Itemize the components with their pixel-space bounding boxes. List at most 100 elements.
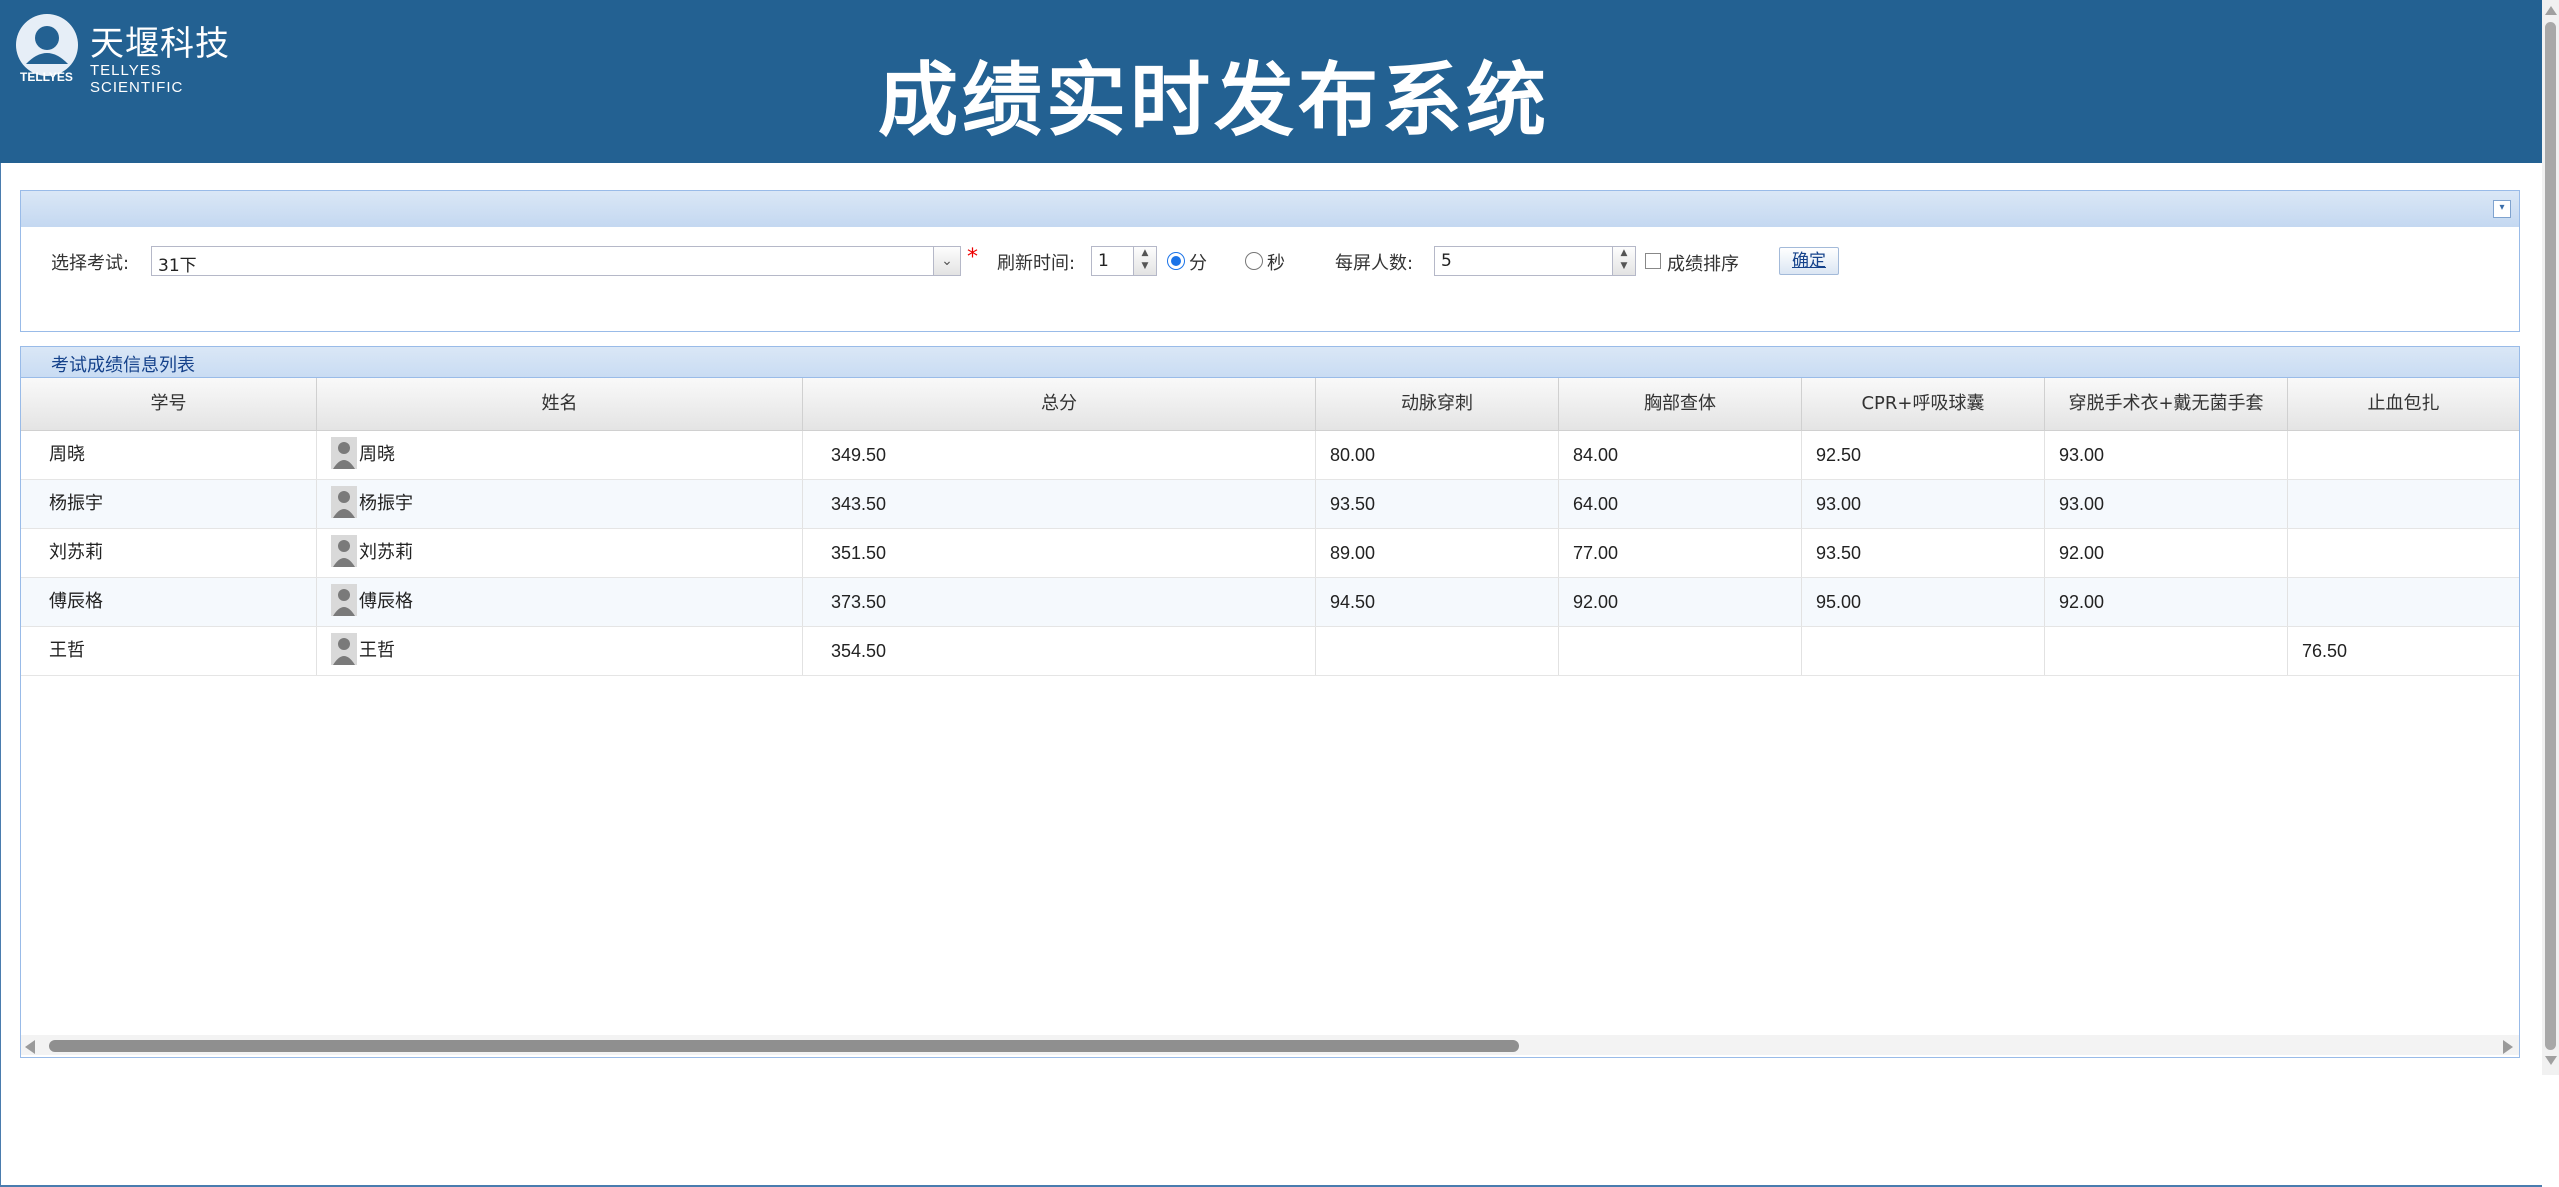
cell-cpr: 93.00 [1802, 480, 2045, 528]
scroll-right-icon[interactable] [2503, 1040, 2513, 1054]
table-row[interactable]: 王哲 王哲 354.50 76.50 [21, 627, 2519, 676]
page-title: 成绩实时发布系统 [878, 54, 1550, 147]
grid-title-bar: 考试成绩信息列表 [21, 347, 2519, 378]
refresh-time-stepper[interactable]: 1 ▲ ▼ [1091, 246, 1157, 276]
column-header-bandage[interactable]: 止血包扎 [2288, 378, 2519, 430]
table-row[interactable]: 傅辰格 傅辰格 373.50 94.50 92.00 95.00 92.00 [21, 578, 2519, 627]
cell-name-text: 周晓 [359, 444, 395, 465]
cell-gowning: 92.00 [2045, 578, 2288, 626]
cell-name-text: 王哲 [359, 640, 395, 661]
score-grid: 考试成绩信息列表 学号 姓名 总分 动脉穿刺 胸部查体 CPR+呼吸球囊 穿脱手… [20, 346, 2520, 1058]
cell-arterial-puncture: 94.50 [1316, 578, 1559, 626]
table-row[interactable]: 刘苏莉 刘苏莉 351.50 89.00 77.00 93.50 92.00 [21, 529, 2519, 578]
user-avatar-icon [331, 584, 357, 616]
refresh-time-label: 刷新时间: [997, 253, 1076, 274]
filter-form: 选择考试: 31下 ⌄ * 刷新时间: 1 ▲ ▼ 分 秒 每屏人数: 5 ▲ ▼ … [21, 227, 2519, 331]
scroll-down-icon[interactable] [2545, 1056, 2557, 1065]
cell-chest-exam: 64.00 [1559, 480, 1802, 528]
cell-total: 343.50 [803, 480, 1316, 528]
unit-minute-radio[interactable] [1167, 252, 1185, 270]
per-screen-stepper[interactable]: 5 ▲ ▼ [1434, 246, 1636, 276]
cell-total: 354.50 [803, 627, 1316, 675]
page-border-left [0, 163, 1, 1187]
sort-checkbox[interactable] [1645, 253, 1661, 269]
confirm-button[interactable]: 确定 [1779, 247, 1839, 275]
sort-label: 成绩排序 [1667, 254, 1739, 275]
unit-minute-label: 分 [1189, 253, 1207, 274]
cell-chest-exam [1559, 627, 1802, 675]
cell-name: 傅辰格 [317, 578, 803, 626]
cell-bandage: 76.50 [2302, 641, 2348, 661]
cell-id: 傅辰格 [21, 578, 317, 626]
vertical-scrollbar[interactable] [2542, 0, 2559, 1075]
cell-name: 周晓 [317, 431, 803, 479]
cell-name: 刘苏莉 [317, 529, 803, 577]
cell-arterial-puncture: 89.00 [1316, 529, 1559, 577]
column-header-chest-exam[interactable]: 胸部查体 [1559, 378, 1802, 430]
cell-id: 杨振宇 [21, 480, 317, 528]
cell-arterial-puncture [1316, 627, 1559, 675]
per-screen-label: 每屏人数: [1335, 253, 1414, 274]
user-avatar-icon [331, 437, 357, 469]
cell-name-text: 杨振宇 [359, 493, 413, 514]
cell-bandage [2288, 480, 2519, 528]
cell-cpr [1802, 627, 2045, 675]
cell-gowning: 93.00 [2045, 431, 2288, 479]
per-screen-value: 5 [1441, 251, 1452, 271]
cell-gowning: 93.00 [2045, 480, 2288, 528]
cell-cpr: 93.50 [1802, 529, 2045, 577]
user-avatar-icon [331, 633, 357, 665]
exam-label: 选择考试: [51, 253, 130, 274]
table-row[interactable]: 杨振宇 杨振宇 343.50 93.50 64.00 93.00 93.00 [21, 480, 2519, 529]
cell-arterial-puncture: 80.00 [1316, 431, 1559, 479]
cell-chest-exam: 77.00 [1559, 529, 1802, 577]
cell-gowning: 92.00 [2045, 529, 2288, 577]
user-avatar-icon [331, 535, 357, 567]
cell-id: 王哲 [21, 627, 317, 675]
scrollbar-thumb[interactable] [2545, 22, 2556, 1050]
scroll-up-icon[interactable] [2545, 6, 2557, 15]
scrollbar-thumb[interactable] [49, 1040, 1519, 1052]
cell-id: 刘苏莉 [21, 529, 317, 577]
cell-bandage [2288, 578, 2519, 626]
filter-panel: ▾ 选择考试: 31下 ⌄ * 刷新时间: 1 ▲ ▼ 分 秒 每屏人数: 5 ▲… [20, 190, 2520, 332]
collapse-icon[interactable]: ▾ [2493, 200, 2511, 218]
exam-select-value: 31下 [158, 256, 197, 276]
cell-chest-exam: 84.00 [1559, 431, 1802, 479]
cell-cpr: 92.50 [1802, 431, 2045, 479]
stepper-arrows-icon[interactable]: ▲ ▼ [1133, 247, 1156, 275]
required-mark: * [967, 245, 978, 270]
cell-id: 周晓 [21, 431, 317, 479]
column-header-gowning[interactable]: 穿脱手术衣+戴无菌手套 [2045, 378, 2288, 430]
table-row[interactable]: 周晓 周晓 349.50 80.00 84.00 92.50 93.00 [21, 431, 2519, 480]
grid-header: 学号 姓名 总分 动脉穿刺 胸部查体 CPR+呼吸球囊 穿脱手术衣+戴无菌手套 … [21, 378, 2519, 431]
user-avatar-icon [331, 486, 357, 518]
stepper-arrows-icon[interactable]: ▲ ▼ [1612, 247, 1635, 275]
column-header-id[interactable]: 学号 [21, 378, 317, 430]
filter-panel-header: ▾ [21, 191, 2519, 228]
column-header-cpr[interactable]: CPR+呼吸球囊 [1802, 378, 2045, 430]
cell-total: 349.50 [803, 431, 1316, 479]
scroll-left-icon[interactable] [25, 1040, 35, 1054]
column-header-name[interactable]: 姓名 [317, 378, 803, 430]
unit-second-label: 秒 [1267, 253, 1285, 274]
column-header-arterial-puncture[interactable]: 动脉穿刺 [1316, 378, 1559, 430]
cell-name: 王哲 [317, 627, 803, 675]
cell-name-text: 刘苏莉 [359, 542, 413, 563]
chevron-down-icon[interactable]: ⌄ [933, 247, 960, 275]
cell-arterial-puncture: 93.50 [1316, 480, 1559, 528]
unit-second-radio[interactable] [1245, 252, 1263, 270]
grid-title: 考试成绩信息列表 [51, 355, 195, 376]
cell-name: 杨振宇 [317, 480, 803, 528]
column-header-total[interactable]: 总分 [803, 378, 1316, 430]
cell-gowning [2045, 627, 2288, 675]
cell-total: 373.50 [803, 578, 1316, 626]
exam-select[interactable]: 31下 ⌄ [151, 246, 961, 276]
horizontal-scrollbar[interactable] [21, 1035, 2519, 1055]
app-header: TELLYES 天堰科技 TELLYES SCIENTIFIC 成绩实时发布系统 [0, 0, 2542, 163]
cell-total: 351.50 [803, 529, 1316, 577]
cell-chest-exam: 92.00 [1559, 578, 1802, 626]
cell-bandage [2288, 529, 2519, 577]
cell-bandage [2288, 431, 2519, 479]
cell-cpr: 95.00 [1802, 578, 2045, 626]
